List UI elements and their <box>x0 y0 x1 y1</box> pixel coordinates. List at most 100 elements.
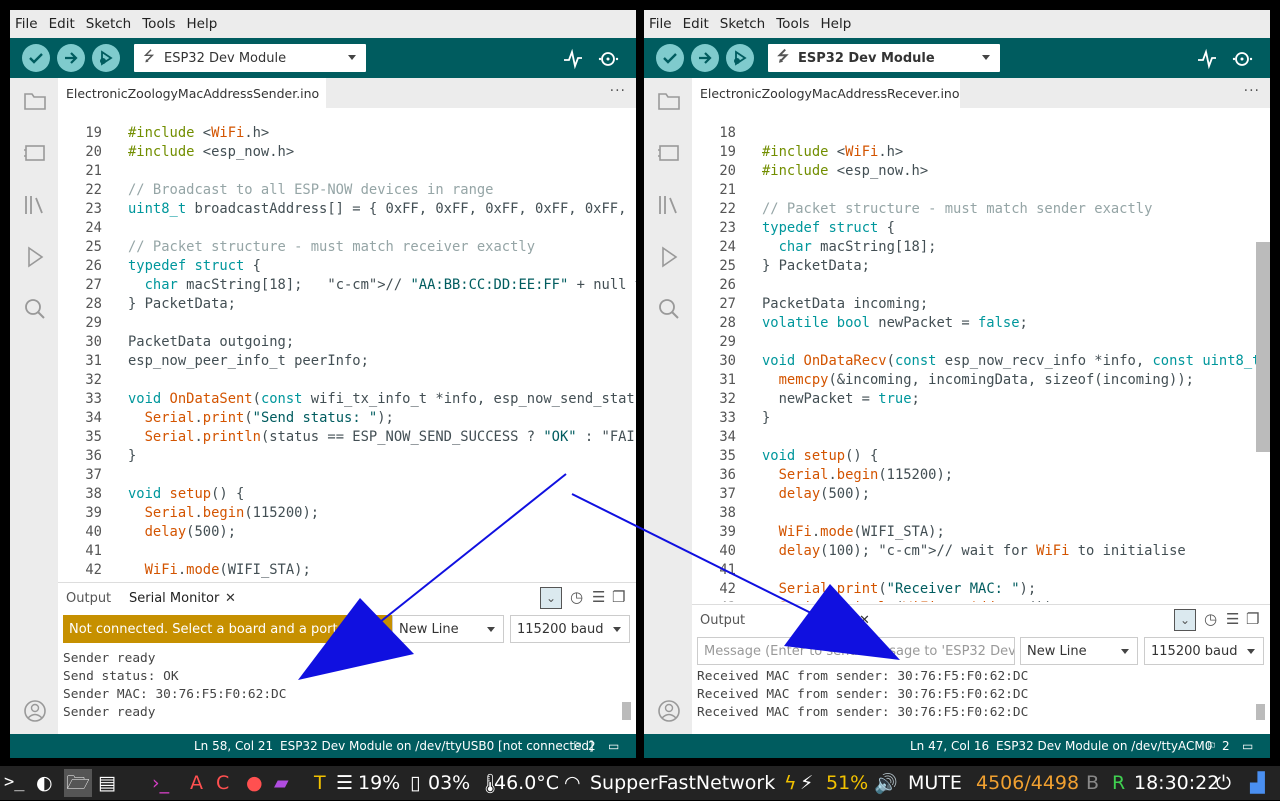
panel-toggle-icon[interactable]: ▭ <box>608 739 619 753</box>
code-text[interactable]: typedef struct { <box>762 219 895 238</box>
search-icon[interactable] <box>22 296 48 322</box>
code-editor[interactable]: 18 19 #include <WiFi.h> 20 #include <esp_now… <box>692 108 1270 602</box>
menu-file[interactable]: File <box>649 16 672 32</box>
code-line[interactable]: 42 WiFi.mode(WIFI_STA); <box>58 561 636 580</box>
debug-sidebar-icon[interactable] <box>656 244 682 270</box>
code-line[interactable]: 24 <box>58 219 636 238</box>
code-line[interactable]: 28 volatile bool newPacket = false; <box>692 314 1270 333</box>
timestamp-icon[interactable]: ◷ <box>570 588 583 606</box>
code-text[interactable]: void setup() { <box>128 485 244 504</box>
code-text[interactable]: char macString[18]; <box>762 238 937 257</box>
folder-icon[interactable] <box>22 88 48 114</box>
folder-icon[interactable] <box>656 88 682 114</box>
autoscroll-icon[interactable]: ⌄ <box>540 587 562 609</box>
serial-plotter-icon[interactable] <box>1196 48 1218 70</box>
code-line[interactable]: 31 memcpy(&incoming, incomingData, sizeo… <box>692 371 1270 390</box>
code-text[interactable]: #include <WiFi.h> <box>128 124 269 143</box>
editor-scrollbar[interactable] <box>1256 242 1270 452</box>
code-text[interactable]: Serial.begin(115200); <box>762 466 953 485</box>
clear-output-icon[interactable]: ☰ <box>1226 610 1239 628</box>
code-text[interactable]: PacketData incoming; <box>762 295 928 314</box>
code-line[interactable]: 38 <box>692 504 1270 523</box>
code-text[interactable]: // Packet structure - must match sender … <box>762 200 1152 219</box>
code-text[interactable]: esp_now_peer_info_t peerInfo; <box>128 352 369 371</box>
console-icon[interactable]: ›_ <box>152 772 169 794</box>
code-line[interactable]: 35 void setup() { <box>692 447 1270 466</box>
serial-output[interactable]: Received MAC from sender: 30:76:F5:F0:62… <box>692 668 1270 734</box>
code-line[interactable]: 23 uint8_t broadcastAddress[] = { 0xFF, 0… <box>58 200 636 219</box>
code-line[interactable]: 37 <box>58 466 636 485</box>
tab-output[interactable]: Output <box>700 613 745 628</box>
baud-select[interactable]: 115200 baud <box>510 615 630 643</box>
panel-toggle-icon[interactable]: ▭ <box>1242 739 1253 753</box>
search-icon[interactable] <box>656 296 682 322</box>
code-line[interactable]: 30 void OnDataRecv(const esp_now_recv_inf… <box>692 352 1270 371</box>
code-line[interactable]: 27 PacketData incoming; <box>692 295 1270 314</box>
code-line[interactable]: 20 #include <esp_now.h> <box>58 143 636 162</box>
code-line[interactable]: 18 <box>692 124 1270 143</box>
line-ending-select[interactable]: New Line <box>392 615 504 643</box>
menu-tools[interactable]: Tools <box>142 16 175 32</box>
contacts-icon[interactable]: ▤ <box>98 772 116 794</box>
code-text[interactable]: void setup() { <box>762 447 878 466</box>
more-icon[interactable]: ··· <box>610 83 626 99</box>
code-line[interactable]: 27 char macString[18]; "c-cm">// "AA:BB:… <box>58 276 636 295</box>
code-line[interactable]: 20 #include <esp_now.h> <box>692 162 1270 181</box>
code-editor[interactable]: 19 #include <WiFi.h> 20 #include <esp_now.h… <box>58 108 636 582</box>
code-line[interactable]: 36} <box>58 447 636 466</box>
menu-edit[interactable]: Edit <box>49 16 75 32</box>
volume-status[interactable]: MUTE <box>908 772 962 794</box>
code-line[interactable]: 37 delay(500); <box>692 485 1270 504</box>
serial-monitor-icon[interactable] <box>598 48 620 70</box>
board-selector[interactable]: ⭍ ESP32 Dev Module <box>768 44 1000 72</box>
code-text[interactable]: Serial.println(WiFi.macAddress()); <box>762 599 1061 602</box>
code-text[interactable]: #include <WiFi.h> <box>762 143 903 162</box>
code-line[interactable]: 23 typedef struct { <box>692 219 1270 238</box>
timestamp-icon[interactable]: ◷ <box>1204 610 1217 628</box>
code-line[interactable]: 31 esp_now_peer_info_t peerInfo; <box>58 352 636 371</box>
code-line[interactable]: 32 <box>58 371 636 390</box>
app-c-icon[interactable]: C <box>216 772 229 794</box>
code-text[interactable]: char macString[18]; "c-cm">// "AA:BB:CC:… <box>128 276 636 295</box>
code-text[interactable]: delay(500); <box>762 485 870 504</box>
code-line[interactable]: 33} <box>692 409 1270 428</box>
profile-icon[interactable] <box>22 698 48 724</box>
code-line[interactable]: 39 WiFi.mode(WIFI_STA); <box>692 523 1270 542</box>
app-a-icon[interactable]: A <box>190 772 203 794</box>
code-text[interactable]: Serial.println(status == ESP_NOW_SEND_SU… <box>128 428 635 447</box>
menu-edit[interactable]: Edit <box>683 16 709 32</box>
code-line[interactable]: 38 void setup() { <box>58 485 636 504</box>
code-text[interactable]: WiFi.mode(WIFI_STA); <box>128 561 311 580</box>
notification-icon[interactable]: ⚐ <box>1206 739 1217 753</box>
code-text[interactable]: #include <esp_now.h> <box>762 162 928 181</box>
code-text[interactable]: Serial.begin(115200); <box>128 504 319 523</box>
code-line[interactable]: 32 newPacket = true; <box>692 390 1270 409</box>
menu-help[interactable]: Help <box>821 16 852 32</box>
copy-icon[interactable]: ❐ <box>1246 610 1259 628</box>
code-line[interactable]: 22 // Broadcast to all ESP-NOW devices in… <box>58 181 636 200</box>
code-text[interactable]: PacketData outgoing; <box>128 333 294 352</box>
code-line[interactable]: 29 <box>58 314 636 333</box>
code-text[interactable]: } PacketData; <box>762 257 870 276</box>
menu-sketch[interactable]: Sketch <box>720 16 765 32</box>
code-line[interactable]: 24 char macString[18]; <box>692 238 1270 257</box>
code-text[interactable]: WiFi.mode(WIFI_STA); <box>762 523 945 542</box>
code-line[interactable]: 34 Serial.print("Send status: "); <box>58 409 636 428</box>
code-line[interactable]: 39 Serial.begin(115200); <box>58 504 636 523</box>
code-line[interactable]: 22 // Packet structure - must match sende… <box>692 200 1270 219</box>
tab-output[interactable]: Output <box>66 591 111 606</box>
code-line[interactable]: 30 PacketData outgoing; <box>58 333 636 352</box>
board-manager-icon[interactable] <box>656 140 682 166</box>
serial-monitor-icon[interactable] <box>1232 48 1254 70</box>
code-line[interactable]: 28} PacketData; <box>58 295 636 314</box>
code-line[interactable]: 26 <box>692 276 1270 295</box>
menu-help[interactable]: Help <box>187 16 218 32</box>
serial-output[interactable]: Sender ready Send status: OK Sender MAC: 3… <box>58 650 636 734</box>
profile-icon[interactable] <box>656 698 682 724</box>
code-text[interactable]: delay(500); <box>128 523 236 542</box>
tab-receiver-file[interactable]: ElectronicZoologyMacAddressRecever.ino <box>692 78 960 108</box>
code-line[interactable]: 34 <box>692 428 1270 447</box>
code-line[interactable]: 42 Serial.print("Receiver MAC: "); <box>692 580 1270 599</box>
code-text[interactable]: Serial.print("Receiver MAC: "); <box>762 580 1037 599</box>
code-text[interactable]: } <box>128 447 136 466</box>
